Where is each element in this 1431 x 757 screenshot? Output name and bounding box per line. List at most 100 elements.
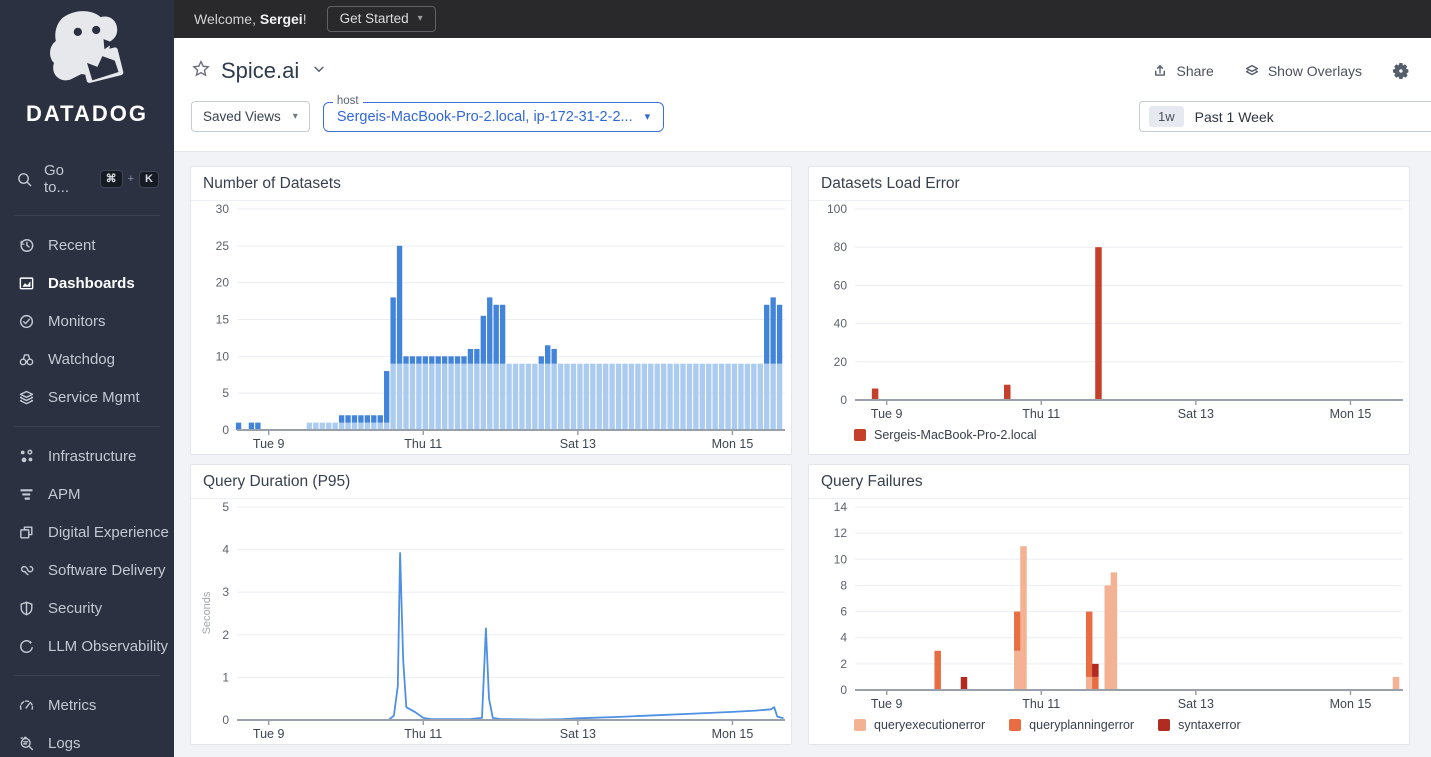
shield-icon [17, 599, 35, 617]
goto-search[interactable]: Go to... ⌘ + K [0, 153, 174, 205]
svg-text:20: 20 [216, 276, 230, 290]
legend-label: syntaxerror [1178, 718, 1241, 732]
sidebar-item-monitors[interactable]: Monitors [0, 302, 174, 340]
host-value: Sergeis-MacBook-Pro-2.local, ip-172-31-2… [336, 108, 633, 125]
layers-icon [17, 388, 35, 406]
overlap-squares-icon [17, 523, 35, 541]
kbd-k: K [139, 170, 159, 188]
saved-views-dropdown[interactable]: Saved Views ▾ [191, 101, 310, 132]
chevron-down-icon: ▾ [644, 111, 651, 123]
widget-query-failures[interactable]: Query Failures 0 2 4 6 8 10 12 14 Tue 9 Thu 11 Sat… [808, 464, 1410, 745]
svg-text:Thu 11: Thu 11 [1022, 697, 1060, 711]
sidebar-item-recent[interactable]: Recent [0, 226, 174, 264]
sidebar-item-dashboards[interactable]: Dashboards [0, 264, 174, 302]
widget-title: Datasets Load Error [809, 167, 1409, 201]
dashboard-header: Spice.ai Share Show Overlays Saved Views… [174, 38, 1431, 152]
sidebar-item-label: Watchdog [48, 350, 115, 368]
sidebar-item-label: Digital Experience [48, 523, 169, 541]
gauge-icon [17, 696, 35, 714]
sidebar-divider [14, 675, 160, 676]
delivery-loop-icon [17, 561, 35, 579]
widget-number-of-datasets[interactable]: Number of Datasets 0 5 10 15 20 25 30 Tue 9 Thu … [190, 166, 792, 455]
page-title: Spice.ai [221, 58, 300, 83]
share-icon [1155, 65, 1166, 76]
svg-text:25: 25 [216, 239, 230, 253]
svg-text:Mon 15: Mon 15 [712, 727, 754, 741]
bar-chart-query-failures[interactable]: 0 2 4 6 8 10 12 14 Tue 9 Thu 11 Sat 13 Mon 15 [809, 499, 1409, 714]
legend-item[interactable]: syntaxerror [1158, 718, 1241, 732]
sidebar-item-security[interactable]: Security [0, 589, 174, 627]
sidebar-item-logs[interactable]: Logs [0, 724, 174, 757]
svg-text:2: 2 [222, 628, 229, 642]
host-template-variable-dropdown[interactable]: host Sergeis-MacBook-Pro-2.local, ip-172… [322, 94, 665, 132]
topbar: Welcome, Sergei! Get Started ▾ [174, 0, 1431, 38]
widget-datasets-load-error[interactable]: Datasets Load Error 0 20 40 60 80 100 Tue 9 Thu… [808, 166, 1410, 455]
svg-text:60: 60 [834, 278, 848, 292]
title-chevron-down-icon[interactable] [311, 61, 327, 82]
get-started-button[interactable]: Get Started ▾ [326, 6, 436, 32]
svg-text:1: 1 [222, 670, 229, 684]
svg-text:5: 5 [222, 500, 229, 514]
svg-text:Thu 11: Thu 11 [404, 727, 442, 741]
settings-gear-button[interactable] [1392, 62, 1410, 80]
svg-text:Tue 9: Tue 9 [253, 727, 285, 741]
host-label: host [332, 94, 363, 107]
sidebar-item-software-delivery[interactable]: Software Delivery [0, 551, 174, 589]
widget-query-duration[interactable]: Query Duration (P95) Seconds 0 1 2 3 4 5 Tue 9… [190, 464, 792, 745]
sidebar-item-metrics[interactable]: Metrics [0, 686, 174, 724]
datadog-wordmark: DATADOG [26, 101, 148, 126]
main-area: Welcome, Sergei! Get Started ▾ Spice.ai … [174, 0, 1431, 757]
sidebar-item-label: Dashboards [48, 274, 135, 292]
sidebar-item-label: Recent [48, 236, 96, 254]
sidebar-item-label: LLM Observability [48, 637, 169, 655]
kbd-plus: + [127, 173, 135, 185]
sidebar-item-label: APM [48, 485, 81, 503]
sidebar-divider [14, 215, 160, 216]
widget-title: Number of Datasets [191, 167, 791, 201]
svg-text:0: 0 [222, 423, 229, 437]
line-chart-query-duration[interactable]: 0 1 2 3 4 5 Tue 9 Thu 11 Sat 13 Mon 15 [191, 499, 791, 744]
svg-text:Sat 13: Sat 13 [1178, 697, 1214, 711]
time-range-picker[interactable]: 1w Past 1 Week [1139, 101, 1431, 132]
log-search-icon [17, 734, 35, 752]
show-overlays-button[interactable]: Show Overlays [1244, 63, 1362, 79]
sidebar-item-infrastructure[interactable]: Infrastructure [0, 437, 174, 475]
sidebar-item-llm-observability[interactable]: LLM Observability [0, 627, 174, 665]
legend-swatch [854, 719, 866, 731]
legend-item[interactable]: queryexecutionerror [854, 718, 985, 732]
sidebar-item-service-mgmt[interactable]: Service Mgmt [0, 378, 174, 416]
datadog-dog-icon [50, 11, 124, 83]
svg-text:8: 8 [840, 578, 847, 592]
svg-text:Thu 11: Thu 11 [1022, 407, 1060, 421]
share-button[interactable]: Share [1152, 63, 1214, 79]
sidebar-divider [14, 426, 160, 427]
bar-chart-number-of-datasets[interactable]: 0 5 10 15 20 25 30 Tue 9 Thu 11 Sat 13 Mon 15 [191, 201, 791, 454]
svg-text:Sat 13: Sat 13 [1178, 407, 1214, 421]
sidebar-item-watchdog[interactable]: Watchdog [0, 340, 174, 378]
svg-text:Mon 15: Mon 15 [1330, 697, 1372, 711]
monitors-icon [17, 312, 35, 330]
sidebar-item-apm[interactable]: APM [0, 475, 174, 513]
welcome-text: Welcome, Sergei! [194, 11, 307, 27]
legend-item[interactable]: Sergeis-MacBook-Pro-2.local [854, 428, 1037, 442]
sidebar-item-label: Software Delivery [48, 561, 166, 579]
sidebar-item-label: Logs [48, 734, 81, 752]
binoculars-icon [17, 350, 35, 368]
svg-text:15: 15 [216, 313, 230, 327]
time-range-label: Past 1 Week [1194, 108, 1274, 125]
bar-chart-datasets-load-error[interactable]: 0 20 40 60 80 100 Tue 9 Thu 11 Sat 13 Mon 15 [809, 201, 1409, 424]
svg-text:Sat 13: Sat 13 [560, 727, 596, 741]
sidebar-item-digital-experience[interactable]: Digital Experience [0, 513, 174, 551]
legend-label: queryexecutionerror [874, 718, 986, 732]
sidebar-item-label: Infrastructure [48, 447, 137, 465]
svg-text:4: 4 [840, 631, 847, 645]
favorite-star-icon[interactable] [191, 59, 211, 84]
svg-text:0: 0 [222, 713, 229, 727]
svg-text:5: 5 [222, 386, 229, 400]
sidebar-item-label: Metrics [48, 696, 97, 714]
svg-text:10: 10 [834, 552, 848, 566]
datadog-logo[interactable]: DATADOG [0, 0, 174, 127]
svg-text:6: 6 [840, 605, 847, 619]
legend-item[interactable]: queryplanningerror [1009, 718, 1134, 732]
dashboard-canvas: Number of Datasets 0 5 10 15 20 25 30 Tue 9 Thu … [174, 152, 1431, 757]
